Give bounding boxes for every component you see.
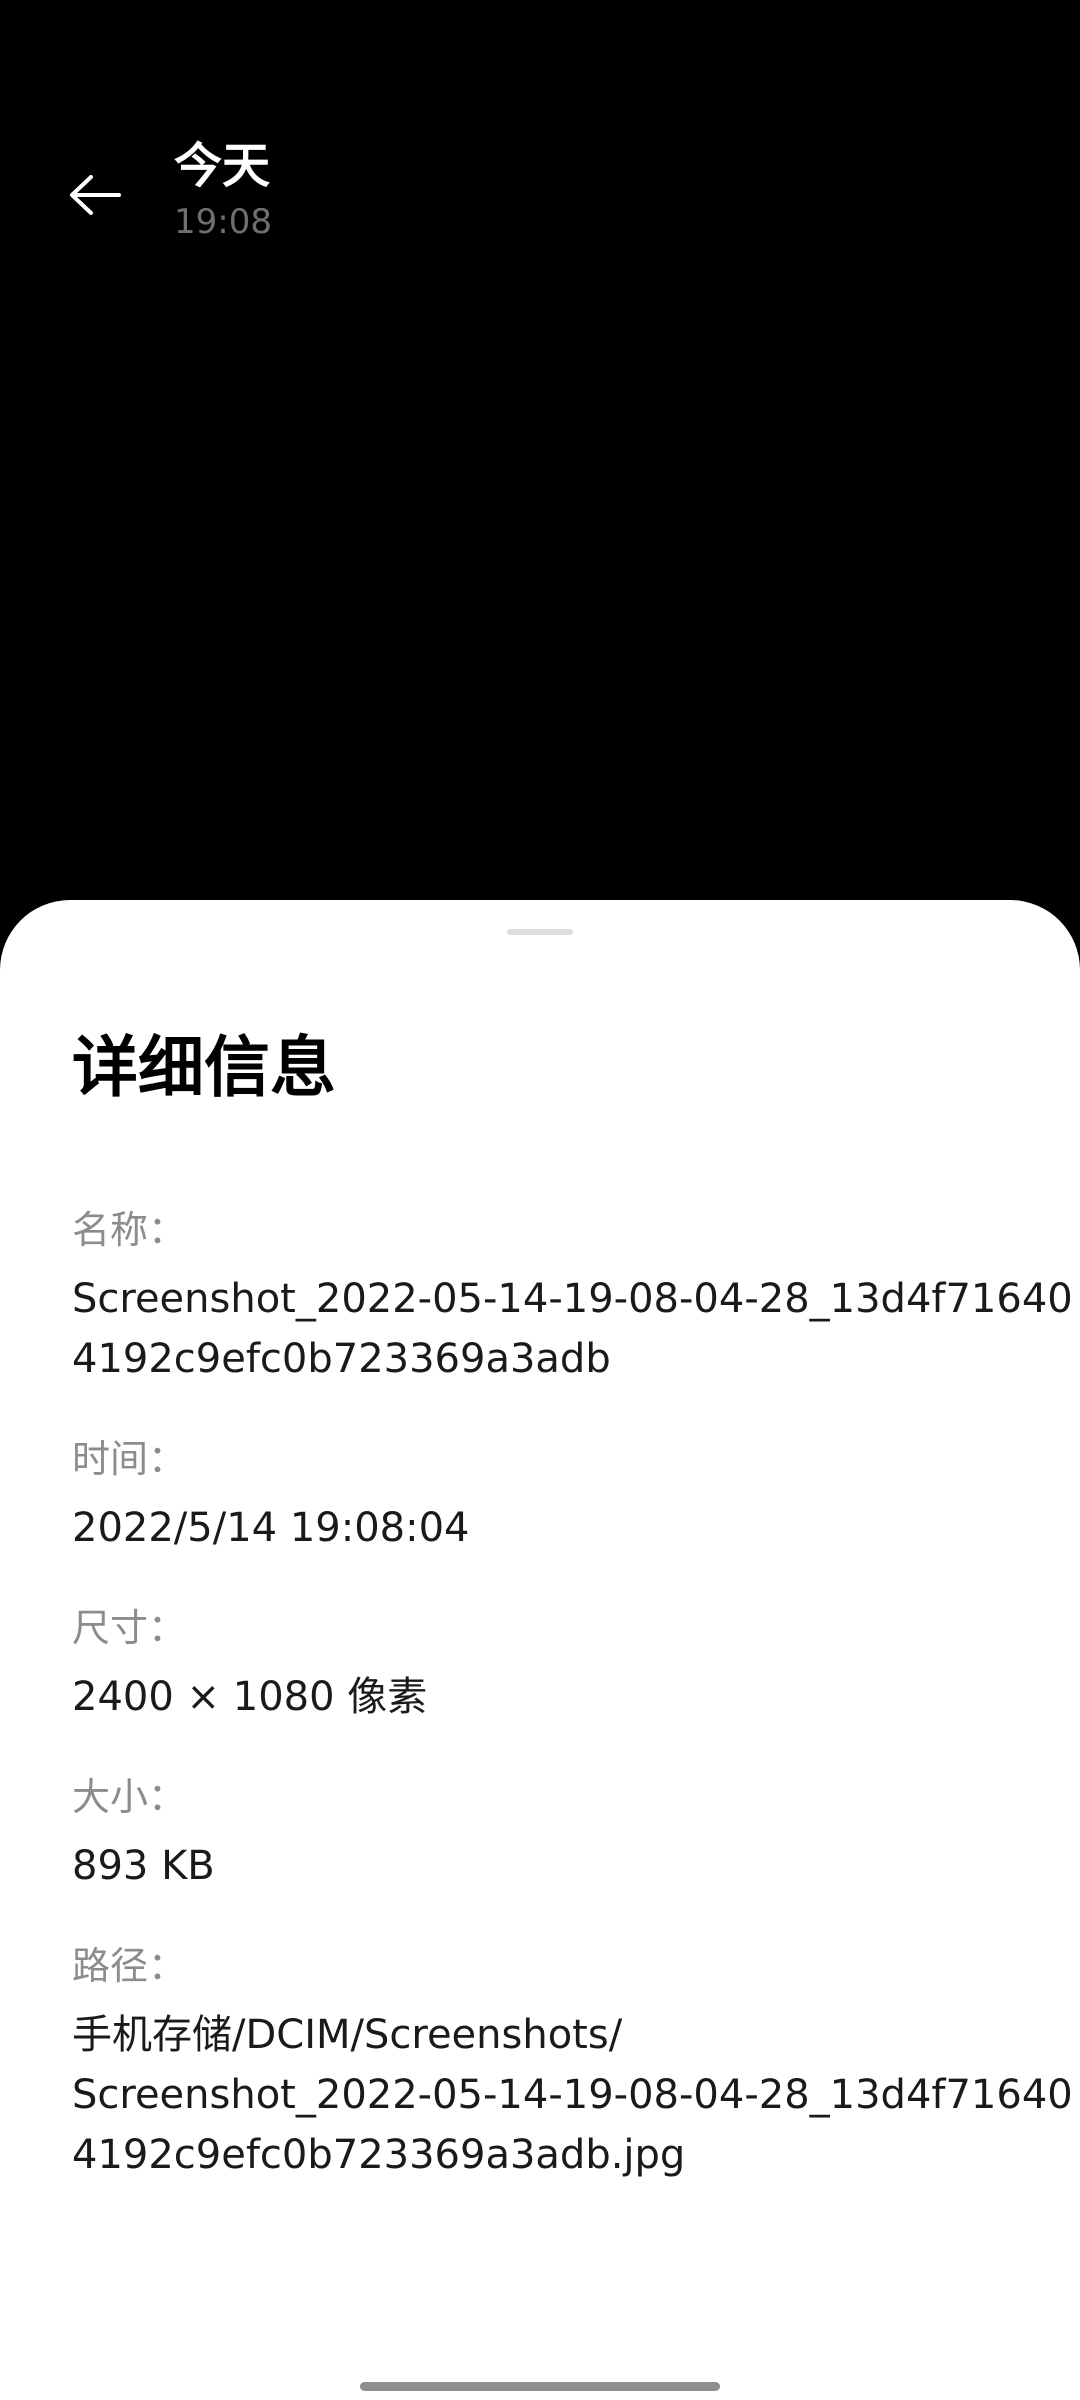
info-item-size: 大小： 893 KB [72,1772,1022,1896]
top-bar: 今天 19:08 [0,0,1080,300]
title-block: 今天 19:08 [174,136,272,244]
info-value-line: 4192c9efc0b723369a3adb [72,1336,611,1382]
info-value-line: 2022/5/14 19:08:04 [72,1505,470,1551]
info-label-size: 大小： [72,1775,187,1819]
back-button[interactable] [60,160,130,230]
info-value-line: 893 KB [72,1843,215,1889]
info-value-name: Screenshot_2022-05-14-19-08-04-28_13d4f7… [72,1269,1073,1389]
info-value-time: 2022/5/14 19:08:04 [72,1498,1022,1558]
header-subtitle: 19:08 [174,202,272,242]
info-label-time: 时间： [72,1437,187,1481]
sheet-title: 详细信息 [72,1029,336,1106]
info-label-dimensions: 尺寸： [72,1606,187,1650]
info-item-path: 路径： 手机存储/DCIM/Screenshots/ Screenshot_20… [72,1941,1073,2185]
header-title: 今天 [174,138,271,194]
details-sheet: 详细信息 名称： Screenshot_2022-05-14-19-08-04-… [0,900,1080,2400]
info-label-path: 路径： [72,1944,187,1988]
arrow-left-icon [70,175,121,215]
info-item-dimensions: 尺寸： 2400 × 1080 像素 [72,1603,1022,1727]
info-list: 名称： Screenshot_2022-05-14-19-08-04-28_13… [72,1205,1073,2230]
info-value-line: Screenshot_2022-05-14-19-08-04-28_13d4f7… [72,1276,1073,1322]
info-item-name: 名称： Screenshot_2022-05-14-19-08-04-28_13… [72,1205,1073,1389]
info-item-time: 时间： 2022/5/14 19:08:04 [72,1434,1022,1558]
sheet-drag-handle[interactable] [507,929,573,935]
info-value-path: 手机存储/DCIM/Screenshots/ Screenshot_2022-0… [72,2005,1073,2185]
info-value-line: Screenshot_2022-05-14-19-08-04-28_13d4f7… [72,2072,1073,2118]
screen: 今天 19:08 详细信息 名称： Screenshot_2022-05-14-… [0,0,1080,2400]
info-value-size: 893 KB [72,1836,1022,1896]
info-value-line: 4192c9efc0b723369a3adb.jpg [72,2132,686,2178]
info-value-line: 2400 × 1080 像素 [72,1674,428,1720]
info-value-line: 手机存储/DCIM/Screenshots/ [72,2012,623,2058]
info-value-dimensions: 2400 × 1080 像素 [72,1667,1022,1727]
home-indicator[interactable] [360,2382,720,2391]
info-label-name: 名称： [72,1208,187,1252]
